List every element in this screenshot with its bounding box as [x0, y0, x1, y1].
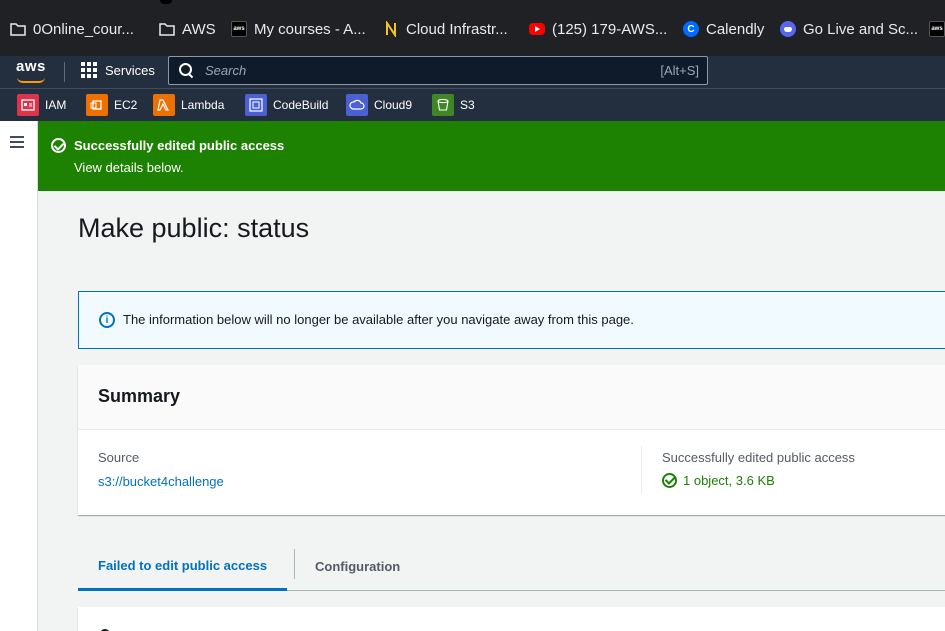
folder-icon [159, 21, 175, 37]
aws-logo[interactable]: aws [16, 58, 46, 83]
iam-icon [17, 94, 39, 116]
services-menu-button[interactable]: Services [81, 62, 155, 78]
info-alert: i The information below will no longer b… [78, 291, 945, 349]
side-navigation-rail [0, 121, 38, 631]
favorite-ec2[interactable]: EC2 [86, 94, 137, 116]
bookmark-cloud-infrastructure[interactable]: Cloud Infrastr... [383, 18, 508, 40]
source-label: Source [98, 450, 140, 465]
favorite-s3[interactable]: S3 [432, 94, 475, 116]
main-content: Make public: status i The information be… [39, 191, 945, 631]
nav-divider [64, 62, 65, 82]
bookmark-youtube[interactable]: (125) 179-AWS... [529, 18, 667, 40]
cloud9-icon [346, 94, 368, 116]
summary-header: Summary [78, 365, 945, 430]
aws-favicon-icon: aws [231, 21, 247, 37]
tab-configuration[interactable]: Configuration [295, 543, 420, 590]
success-flash-banner: Successfully edited public access View d… [38, 121, 945, 191]
menu-icon[interactable] [10, 136, 24, 148]
favorite-label: Lambda [181, 98, 225, 112]
bookmark-aws[interactable]: AWS [159, 18, 216, 40]
folder-icon [10, 21, 26, 37]
search-shortcut: [Alt+S] [660, 63, 699, 78]
aws-smile-icon [17, 77, 45, 83]
lambda-icon [153, 94, 175, 116]
tab-label: Configuration [315, 559, 401, 574]
favorite-label: S3 [460, 98, 475, 112]
status-value: 1 object, 3.6 KB [662, 473, 775, 488]
status-value-text: 1 object, 3.6 KB [683, 473, 775, 488]
favorite-codebuild[interactable]: CodeBuild [245, 94, 328, 116]
grid-icon [81, 62, 97, 78]
bookmark-my-courses[interactable]: aws My courses - A... [231, 18, 366, 40]
info-alert-text: The information below will no longer be … [123, 312, 634, 327]
search-icon [179, 62, 195, 79]
discord-icon [780, 21, 796, 37]
page-title: Make public: status [78, 213, 310, 243]
summary-heading: Summary [98, 386, 181, 406]
favorite-label: IAM [45, 98, 67, 112]
check-circle-icon [51, 138, 66, 153]
favorite-iam[interactable]: IAM [17, 94, 66, 116]
bookmark-overflow[interactable]: aws [929, 18, 945, 40]
bookmark-label: My courses - A... [254, 20, 366, 38]
bookmark-label: Cloud Infrastr... [406, 20, 508, 38]
s3-bucket-icon [432, 94, 454, 116]
favorite-label: CodeBuild [273, 98, 329, 112]
ec2-icon [86, 94, 108, 116]
aws-top-nav: aws Services Search [Alt+S] [0, 56, 945, 88]
calendly-icon: C [683, 21, 699, 37]
aws-logo-text: aws [16, 58, 46, 75]
bookmark-go-live[interactable]: Go Live and Sc... [780, 18, 918, 40]
status-label: Successfully edited public access [662, 450, 855, 465]
check-circle-icon [662, 473, 677, 488]
favorites-bar: IAM EC2 Lambda CodeBuild Cloud9 S3 [0, 88, 945, 121]
column-divider [641, 446, 642, 494]
browser-bookmarks-bar: 0Online_cour... AWS aws My courses - A..… [0, 0, 945, 56]
summary-panel: Summary Source s3://bucket4challenge Suc… [78, 365, 945, 515]
search-input[interactable]: Search [Alt+S] [168, 56, 708, 85]
n-favicon-icon [383, 21, 399, 37]
flash-subtitle: View details below. [74, 160, 184, 175]
aws-favicon-icon: aws [929, 21, 945, 37]
tab-label: Failed to edit public access [98, 558, 268, 573]
youtube-icon [529, 23, 545, 35]
failed-objects-panel [78, 607, 945, 631]
codebuild-icon [245, 94, 267, 116]
bookmark-online-courses[interactable]: 0Online_cour... [10, 18, 134, 40]
bookmark-label: AWS [182, 20, 216, 38]
favorite-label: Cloud9 [374, 98, 413, 112]
bookmark-label: Calendly [706, 20, 765, 38]
tab-strip-edge [160, 0, 172, 4]
bookmark-label: (125) 179-AWS... [552, 20, 668, 38]
info-icon: i [99, 312, 115, 328]
bookmark-label: Go Live and Sc... [803, 20, 919, 38]
result-tabs: Failed to edit public access Configurati… [78, 543, 945, 591]
tab-failed-to-edit[interactable]: Failed to edit public access [78, 543, 288, 591]
bookmark-label: 0Online_cour... [33, 20, 134, 38]
source-link[interactable]: s3://bucket4challenge [98, 474, 224, 489]
favorite-label: EC2 [114, 98, 138, 112]
favorite-lambda[interactable]: Lambda [153, 94, 224, 116]
services-label: Services [105, 62, 155, 78]
search-placeholder: Search [205, 63, 247, 78]
favorite-cloud9[interactable]: Cloud9 [346, 94, 412, 116]
flash-title: Successfully edited public access [74, 138, 285, 153]
bookmark-calendly[interactable]: C Calendly [683, 18, 764, 40]
